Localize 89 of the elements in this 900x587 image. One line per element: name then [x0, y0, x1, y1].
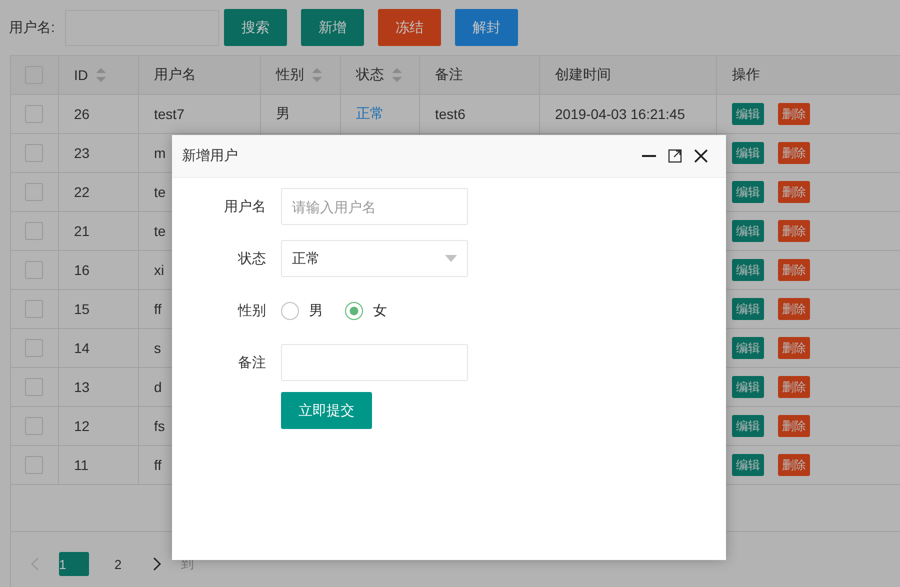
dialog-title: 新增用户: [182, 147, 238, 165]
sort-icon[interactable]: [392, 68, 402, 82]
table-cell: 12: [74, 418, 90, 434]
edit-button[interactable]: 编辑: [732, 103, 764, 125]
form-label: 备注: [237, 354, 267, 372]
delete-button[interactable]: 删除: [778, 298, 810, 320]
table-cell: ff: [154, 301, 162, 317]
table-cell: 男: [276, 105, 290, 123]
radio-button[interactable]: [345, 302, 363, 320]
delete-button[interactable]: 删除: [778, 142, 810, 164]
username-label: 用户名:: [9, 18, 55, 36]
radio-label[interactable]: 男: [309, 302, 323, 320]
delete-button[interactable]: 删除: [778, 454, 810, 476]
table-cell: 22: [74, 184, 90, 200]
submit-button[interactable]: 立即提交: [281, 392, 372, 429]
edit-button[interactable]: 编辑: [732, 298, 764, 320]
caret-icon: [445, 255, 457, 262]
delete-button[interactable]: 删除: [778, 259, 810, 281]
toolbar-button[interactable]: 冻结: [378, 9, 441, 46]
radio-button[interactable]: [281, 302, 299, 320]
delete-button[interactable]: 删除: [778, 220, 810, 242]
table-cell: 2019-04-03 16:21:45: [555, 106, 685, 122]
sort-icon[interactable]: [312, 68, 322, 82]
table-cell: d: [154, 379, 162, 395]
table-cell: 13: [74, 379, 90, 395]
delete-button[interactable]: 删除: [778, 376, 810, 398]
row-checkbox[interactable]: [25, 183, 43, 201]
column-header: 状态: [356, 66, 384, 84]
table-cell: s: [154, 340, 161, 356]
text-field[interactable]: [281, 344, 468, 381]
row-checkbox[interactable]: [25, 300, 43, 318]
form-label: 用户名: [223, 198, 267, 216]
delete-button[interactable]: 删除: [778, 181, 810, 203]
previous-page-icon[interactable]: [31, 557, 39, 571]
form-label: 状态: [237, 250, 267, 268]
column-header: 性别: [276, 66, 304, 84]
form-label: 性别: [236, 302, 267, 320]
page-button[interactable]: 2: [103, 552, 133, 576]
table-cell: ff: [154, 457, 162, 473]
table-cell: te: [154, 184, 166, 200]
edit-button[interactable]: 编辑: [732, 220, 764, 242]
edit-button[interactable]: 编辑: [732, 415, 764, 437]
edit-button[interactable]: 编辑: [732, 142, 764, 164]
maximize-icon[interactable]: [668, 149, 682, 163]
table-cell: fs: [154, 418, 165, 434]
table-cell: 15: [74, 301, 90, 317]
table-cell: xi: [154, 262, 164, 278]
page-button[interactable]: 1: [59, 552, 89, 576]
status-select[interactable]: 正常: [281, 240, 468, 277]
row-checkbox[interactable]: [25, 456, 43, 474]
sort-icon[interactable]: [96, 68, 106, 82]
table-cell: test6: [435, 106, 466, 122]
column-header: ID: [74, 67, 88, 83]
text-field[interactable]: 请输入用户名: [281, 188, 468, 225]
table-cell: 26: [74, 106, 90, 122]
table-cell: 23: [74, 145, 90, 161]
column-header: 操作: [732, 66, 760, 84]
column-header: 创建时间: [555, 66, 611, 84]
table-cell: m: [154, 145, 166, 161]
table-cell: te: [154, 223, 166, 239]
table-cell: 21: [74, 223, 90, 239]
column-header: 备注: [435, 66, 463, 84]
column-header: 用户名: [154, 66, 196, 84]
row-checkbox[interactable]: [25, 105, 43, 123]
table-cell: 正常: [356, 105, 384, 123]
edit-button[interactable]: 编辑: [732, 259, 764, 281]
table-cell: 14: [74, 340, 90, 356]
edit-button[interactable]: 编辑: [732, 181, 764, 203]
radio-label[interactable]: 女: [373, 302, 387, 320]
table-cell: 16: [74, 262, 90, 278]
row-checkbox[interactable]: [25, 339, 43, 357]
next-page-icon[interactable]: [153, 557, 161, 571]
table-cell: test7: [154, 106, 184, 122]
delete-button[interactable]: 删除: [778, 103, 810, 125]
row-checkbox[interactable]: [25, 378, 43, 396]
toolbar-button[interactable]: 解封: [454, 9, 518, 46]
edit-button[interactable]: 编辑: [732, 337, 764, 359]
table-cell: 11: [74, 457, 89, 473]
row-checkbox[interactable]: [25, 144, 43, 162]
edit-button[interactable]: 编辑: [732, 376, 764, 398]
row-checkbox[interactable]: [25, 417, 43, 435]
delete-button[interactable]: 删除: [778, 337, 810, 359]
toolbar-button[interactable]: 搜索: [224, 9, 287, 46]
row-checkbox[interactable]: [25, 222, 43, 240]
close-icon[interactable]: [694, 149, 708, 163]
toolbar-button[interactable]: 新增: [300, 9, 364, 46]
delete-button[interactable]: 删除: [778, 415, 810, 437]
edit-button[interactable]: 编辑: [732, 454, 764, 476]
row-checkbox[interactable]: [25, 261, 43, 279]
